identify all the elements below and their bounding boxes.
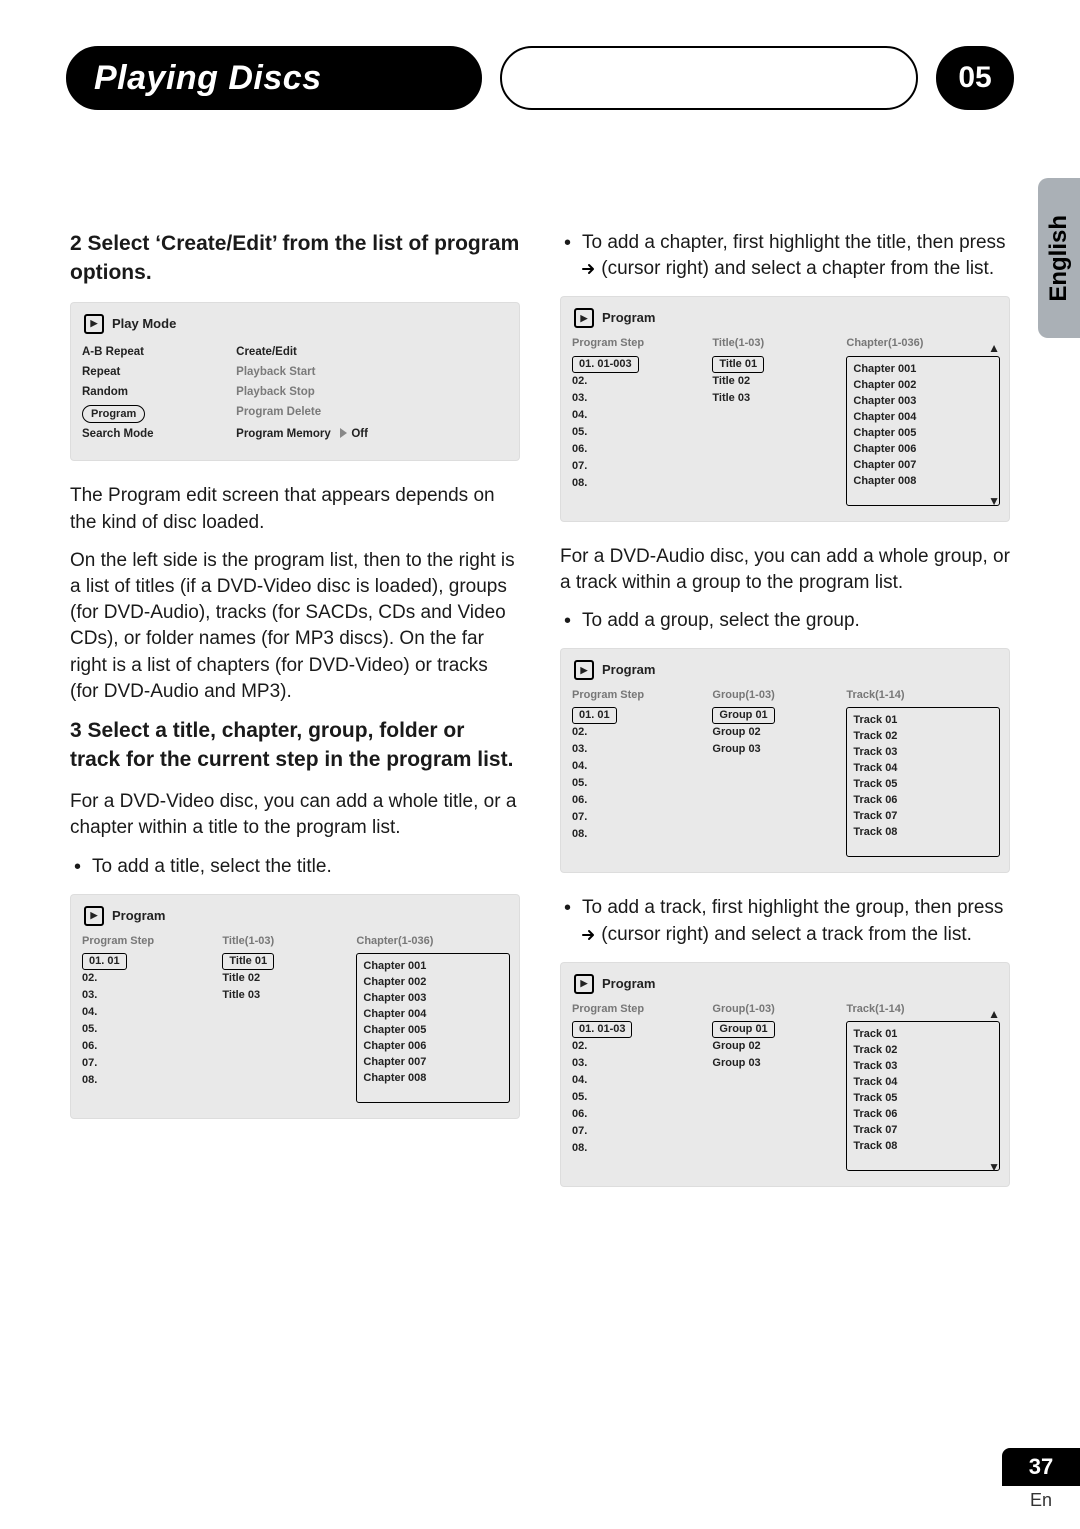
option-play-stop: Playback Stop <box>236 384 510 402</box>
step-2-heading: 2 Select ‘Create/Edit’ from the list of … <box>70 230 520 288</box>
disc-icon: ▶ <box>574 974 594 994</box>
boxed-title: Title 01 <box>712 356 764 373</box>
title-item: Title 02 <box>222 970 350 987</box>
language-tab-label: English <box>1045 215 1073 302</box>
boxed-title: Title 01 <box>222 953 274 970</box>
page-header: Playing Discs 05 <box>0 0 1080 110</box>
triangle-icon <box>340 428 347 438</box>
step-3-heading: 3 Select a title, chapter, group, folder… <box>70 717 520 775</box>
bullet-add-group: To add a group, select the group. <box>560 608 1010 634</box>
disc-icon: ▶ <box>84 906 104 926</box>
chapter-list: Chapter 001 Chapter 002 Chapter 003 Chap… <box>846 356 1000 506</box>
osd-program-title: ▶ Program Program Step 01. 01 02. 03. 04… <box>70 894 520 1119</box>
section-number: 05 <box>936 46 1014 110</box>
step: 04. <box>82 1004 216 1021</box>
bullet-add-chapter: To add a chapter, first highlight the ti… <box>560 230 1010 282</box>
scroll-down-icon: ▼ <box>988 493 1000 510</box>
menu-item-selected: Program <box>82 405 145 423</box>
section-title: Playing Discs <box>66 46 482 110</box>
content-columns: 2 Select ‘Create/Edit’ from the list of … <box>0 110 1080 1269</box>
arrow-right-icon <box>582 928 596 942</box>
bullet-add-track: To add a track, first highlight the grou… <box>560 895 1010 947</box>
option-play-start: Playback Start <box>236 364 510 382</box>
menu-item: A-B Repeat <box>82 344 236 362</box>
bullet-add-title: To add a title, select the title. <box>70 854 520 880</box>
menu-item: Random <box>82 384 236 402</box>
paragraph: For a DVD-Video disc, you can add a whol… <box>70 789 520 841</box>
option-prog-delete: Program Delete <box>236 404 510 424</box>
osd-program-track: ▲ ▼ ▶ Program Program Step 01. 01-03 02.… <box>560 962 1010 1187</box>
arrow-right-icon <box>582 262 596 276</box>
header-spacer <box>500 46 918 110</box>
right-column: To add a chapter, first highlight the ti… <box>560 230 1010 1209</box>
language-tab: English <box>1038 178 1080 338</box>
option-prog-memory: Program Memory <box>236 428 331 440</box>
menu-item: Repeat <box>82 364 236 382</box>
scroll-up-icon: ▲ <box>988 340 1000 357</box>
osd-title: Program <box>602 309 655 327</box>
track-list: Track 01 Track 02 Track 03 Track 04 Trac… <box>846 1021 1000 1171</box>
boxed-step: 01. 01-003 <box>572 356 639 373</box>
page-lang: En <box>1002 1486 1080 1511</box>
col-head: Program Step <box>82 934 216 949</box>
paragraph: On the left side is the program list, th… <box>70 548 520 705</box>
step: 03. <box>82 987 216 1004</box>
paragraph: For a DVD-Audio disc, you can add a whol… <box>560 544 1010 596</box>
step: 08. <box>82 1072 216 1089</box>
step: 06. <box>82 1038 216 1055</box>
scroll-down-icon: ▼ <box>988 1159 1000 1176</box>
step: 07. <box>82 1055 216 1072</box>
osd-program-chapter: ▲ ▼ ▶ Program Program Step 01. 01-003 02… <box>560 296 1010 521</box>
menu-item: Search Mode <box>82 426 236 444</box>
disc-icon: ▶ <box>574 660 594 680</box>
prog-memory-value: Off <box>351 428 368 440</box>
osd-program-group: ▶ Program Program Step 01. 01 02. 03. 04… <box>560 648 1010 873</box>
option-create-edit: Create/Edit <box>236 344 510 362</box>
osd-title: Program <box>602 661 655 679</box>
page-number: 37 <box>1002 1448 1080 1486</box>
title-item: Title 03 <box>222 987 350 1004</box>
osd-title: Program <box>112 907 165 925</box>
osd-title: Program <box>602 975 655 993</box>
boxed-step: 01. 01 <box>82 953 127 970</box>
col-head: Chapter(1-036) <box>356 934 510 949</box>
left-column: 2 Select ‘Create/Edit’ from the list of … <box>70 230 520 1209</box>
paragraph: The Program edit screen that appears dep… <box>70 483 520 535</box>
col-head: Title(1-03) <box>222 934 350 949</box>
disc-icon: ▶ <box>84 314 104 334</box>
osd-title: Play Mode <box>112 315 176 333</box>
page-number-plate: 37 En <box>1002 1448 1080 1511</box>
chapter-list: Chapter 001 Chapter 002 Chapter 003 Chap… <box>356 953 510 1103</box>
disc-icon: ▶ <box>574 308 594 328</box>
step: 05. <box>82 1021 216 1038</box>
osd-play-mode: ▶ Play Mode A-B Repeat Create/Edit Repea… <box>70 302 520 461</box>
track-list: Track 01 Track 02 Track 03 Track 04 Trac… <box>846 707 1000 857</box>
scroll-up-icon: ▲ <box>988 1006 1000 1023</box>
step: 02. <box>82 970 216 987</box>
